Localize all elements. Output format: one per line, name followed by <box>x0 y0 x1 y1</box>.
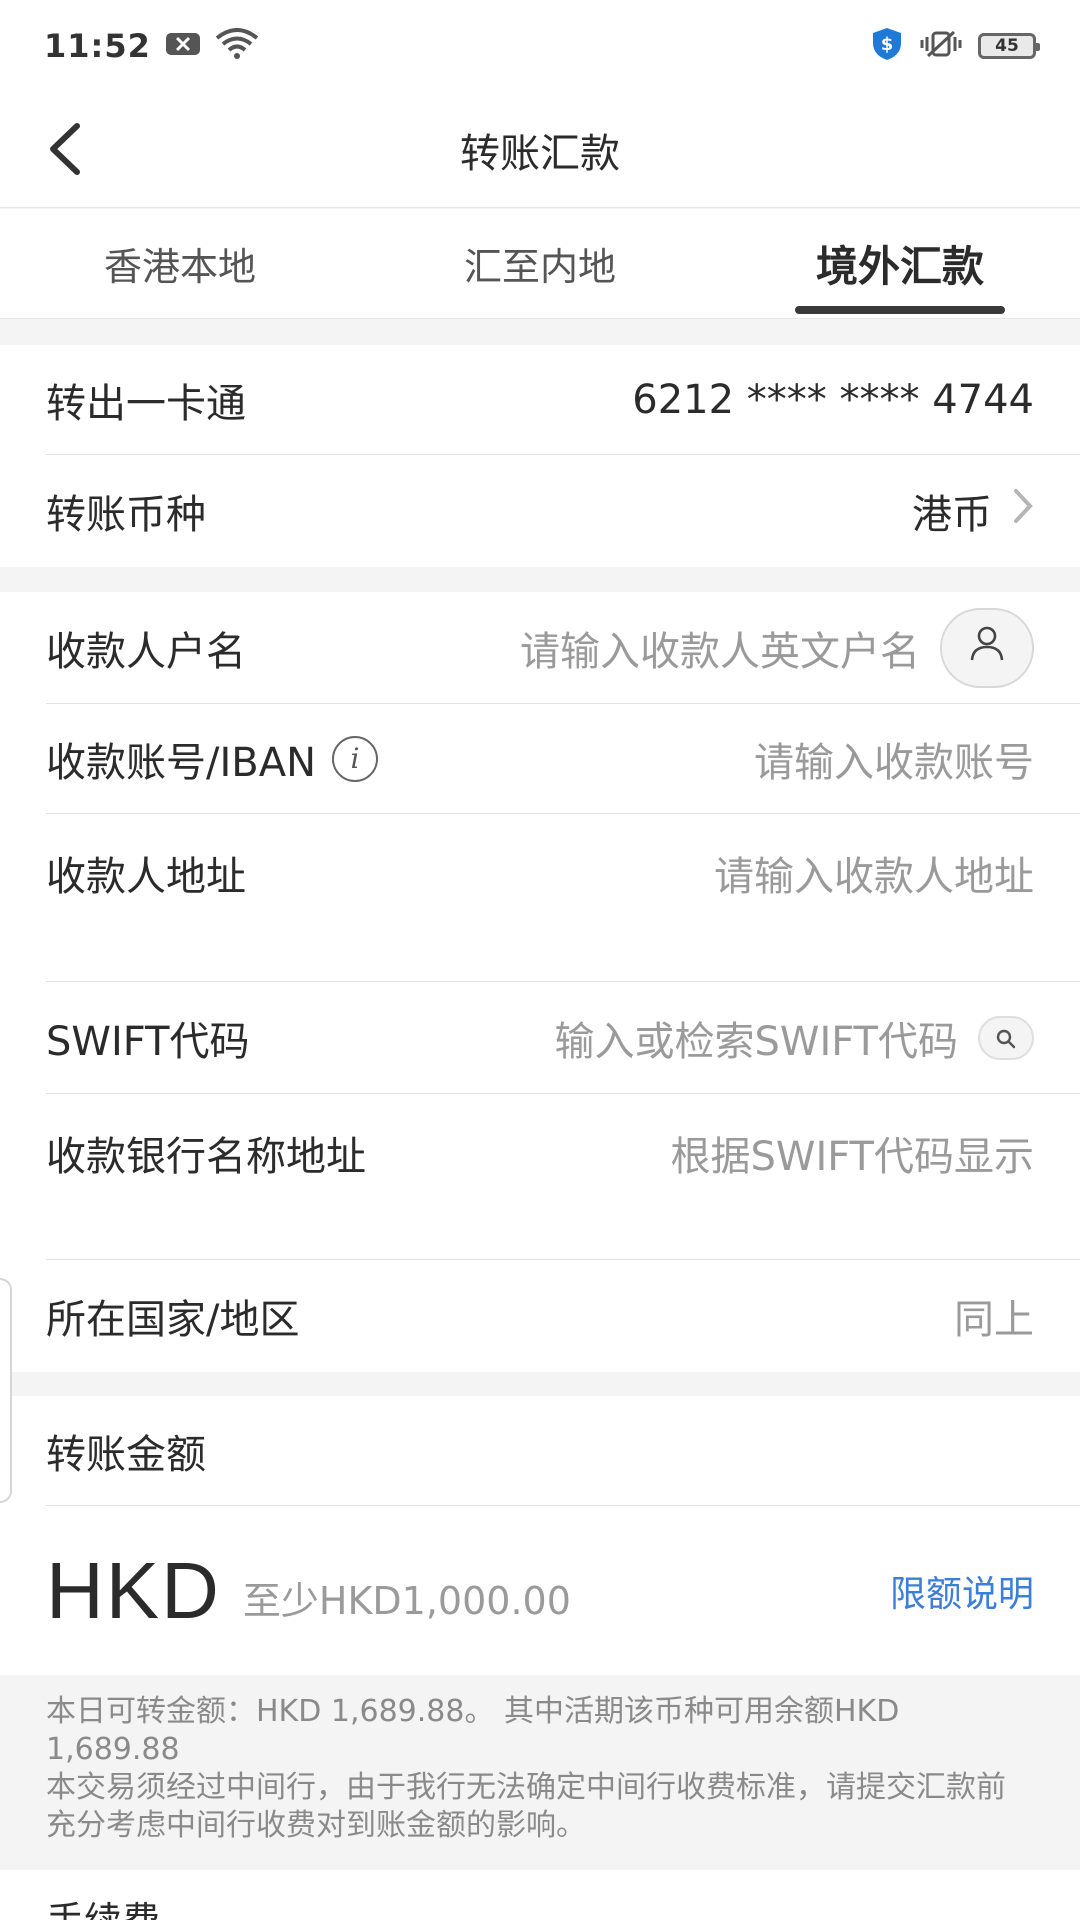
country-value: 同上 <box>954 1297 1034 1343</box>
chevron-left-icon <box>45 122 85 180</box>
person-icon <box>967 623 1007 673</box>
payee-name-label: 收款人户名 <box>46 628 246 675</box>
swift-input[interactable]: 输入或检索SWIFT代码 <box>555 1009 958 1067</box>
fee-label: 手续费 <box>46 1890 160 1920</box>
payee-name-input[interactable]: 请输入收款人英文户名 <box>520 619 920 677</box>
wifi-icon <box>215 28 259 64</box>
shield-dollar-icon: $ <box>870 26 904 66</box>
contact-picker-button[interactable] <box>940 607 1034 688</box>
account-card: 转出一卡通 6212 **** **** 4744 转账币种 港币 <box>0 345 1080 567</box>
amount-card: 转账金额 HKD 至少HKD1,000.00 限额说明 <box>0 1396 1080 1675</box>
transfer-notice: 本日可转金额：HKD 1,689.88。 其中活期该币种可用余额HKD 1,68… <box>0 1675 1080 1870</box>
vibrate-icon <box>918 29 964 63</box>
payee-address-label: 收款人地址 <box>46 854 246 900</box>
battery-icon: 45 <box>978 33 1040 59</box>
notice-intermediary-fee: 本交易须经过中间行，由于我行无法确定中间行收费标准，请提交汇款前充分考虑中间行收… <box>46 1770 1006 1843</box>
limit-info-link[interactable]: 限额说明 <box>890 1565 1034 1617</box>
payee-account-label: 收款账号/IBAN <box>46 739 316 786</box>
tab-overseas[interactable]: 境外汇款 <box>720 209 1080 318</box>
amount-currency: HKD <box>46 1545 221 1635</box>
swift-label: SWIFT代码 <box>46 1018 250 1065</box>
out-card-label: 转出一卡通 <box>46 380 246 427</box>
info-icon[interactable]: i <box>332 735 378 782</box>
status-bar: 11:52 $ 45 <box>0 0 1080 92</box>
out-card-value: 6212 **** **** 4744 <box>632 376 1034 423</box>
back-button[interactable] <box>30 116 100 186</box>
payee-card: 收款人户名 请输入收款人英文户名 收款账号/IBAN i 请输入收款账号 收款人… <box>0 592 1080 1372</box>
swift-search-button[interactable] <box>978 1015 1034 1061</box>
country-row[interactable]: 所在国家/地区 同上 <box>46 1260 1080 1372</box>
floating-side-handle[interactable] <box>0 1278 12 1503</box>
payee-address-input[interactable]: 请输入收款人地址 <box>714 844 1034 902</box>
bank-info-row: 收款银行名称地址 根据SWIFT代码显示 <box>46 1094 1080 1260</box>
navigation-bar: 转账汇款 <box>0 92 1080 208</box>
search-icon <box>994 1015 1018 1061</box>
currency-value: 港币 <box>912 492 992 538</box>
amount-label-row: 转账金额 <box>46 1396 1080 1506</box>
transfer-type-tabs: 香港本地 汇至内地 境外汇款 <box>0 209 1080 319</box>
page-title: 转账汇款 <box>460 130 620 177</box>
amount-label: 转账金额 <box>46 1431 206 1478</box>
fee-section: 手续费 <box>0 1870 1080 1920</box>
notice-available-amount: 本日可转金额：HKD 1,689.88。 其中活期该币种可用余额HKD 1,68… <box>46 1694 900 1767</box>
tab-hong-kong-local[interactable]: 香港本地 <box>0 209 360 318</box>
svg-text:$: $ <box>881 34 894 55</box>
payee-address-row[interactable]: 收款人地址 请输入收款人地址 <box>46 814 1080 982</box>
tab-mainland[interactable]: 汇至内地 <box>360 209 720 318</box>
currency-row[interactable]: 转账币种 港币 <box>46 455 1080 567</box>
swift-row[interactable]: SWIFT代码 输入或检索SWIFT代码 <box>46 982 1080 1094</box>
bank-info-label: 收款银行名称地址 <box>46 1134 366 1180</box>
status-time: 11:52 <box>44 27 151 65</box>
amount-input[interactable]: 至少HKD1,000.00 <box>243 1570 571 1625</box>
payee-account-input[interactable]: 请输入收款账号 <box>754 730 1034 788</box>
chevron-right-icon <box>1012 487 1034 535</box>
bank-info-value: 根据SWIFT代码显示 <box>670 1134 1034 1180</box>
out-card-row[interactable]: 转出一卡通 6212 **** **** 4744 <box>46 345 1080 455</box>
amount-input-row[interactable]: HKD 至少HKD1,000.00 限额说明 <box>46 1506 1080 1675</box>
payee-account-row[interactable]: 收款账号/IBAN i 请输入收款账号 <box>46 704 1080 814</box>
notification-x-icon <box>165 31 201 61</box>
country-label: 所在国家/地区 <box>46 1297 300 1343</box>
currency-label: 转账币种 <box>46 492 206 538</box>
payee-name-row[interactable]: 收款人户名 请输入收款人英文户名 <box>46 592 1080 704</box>
